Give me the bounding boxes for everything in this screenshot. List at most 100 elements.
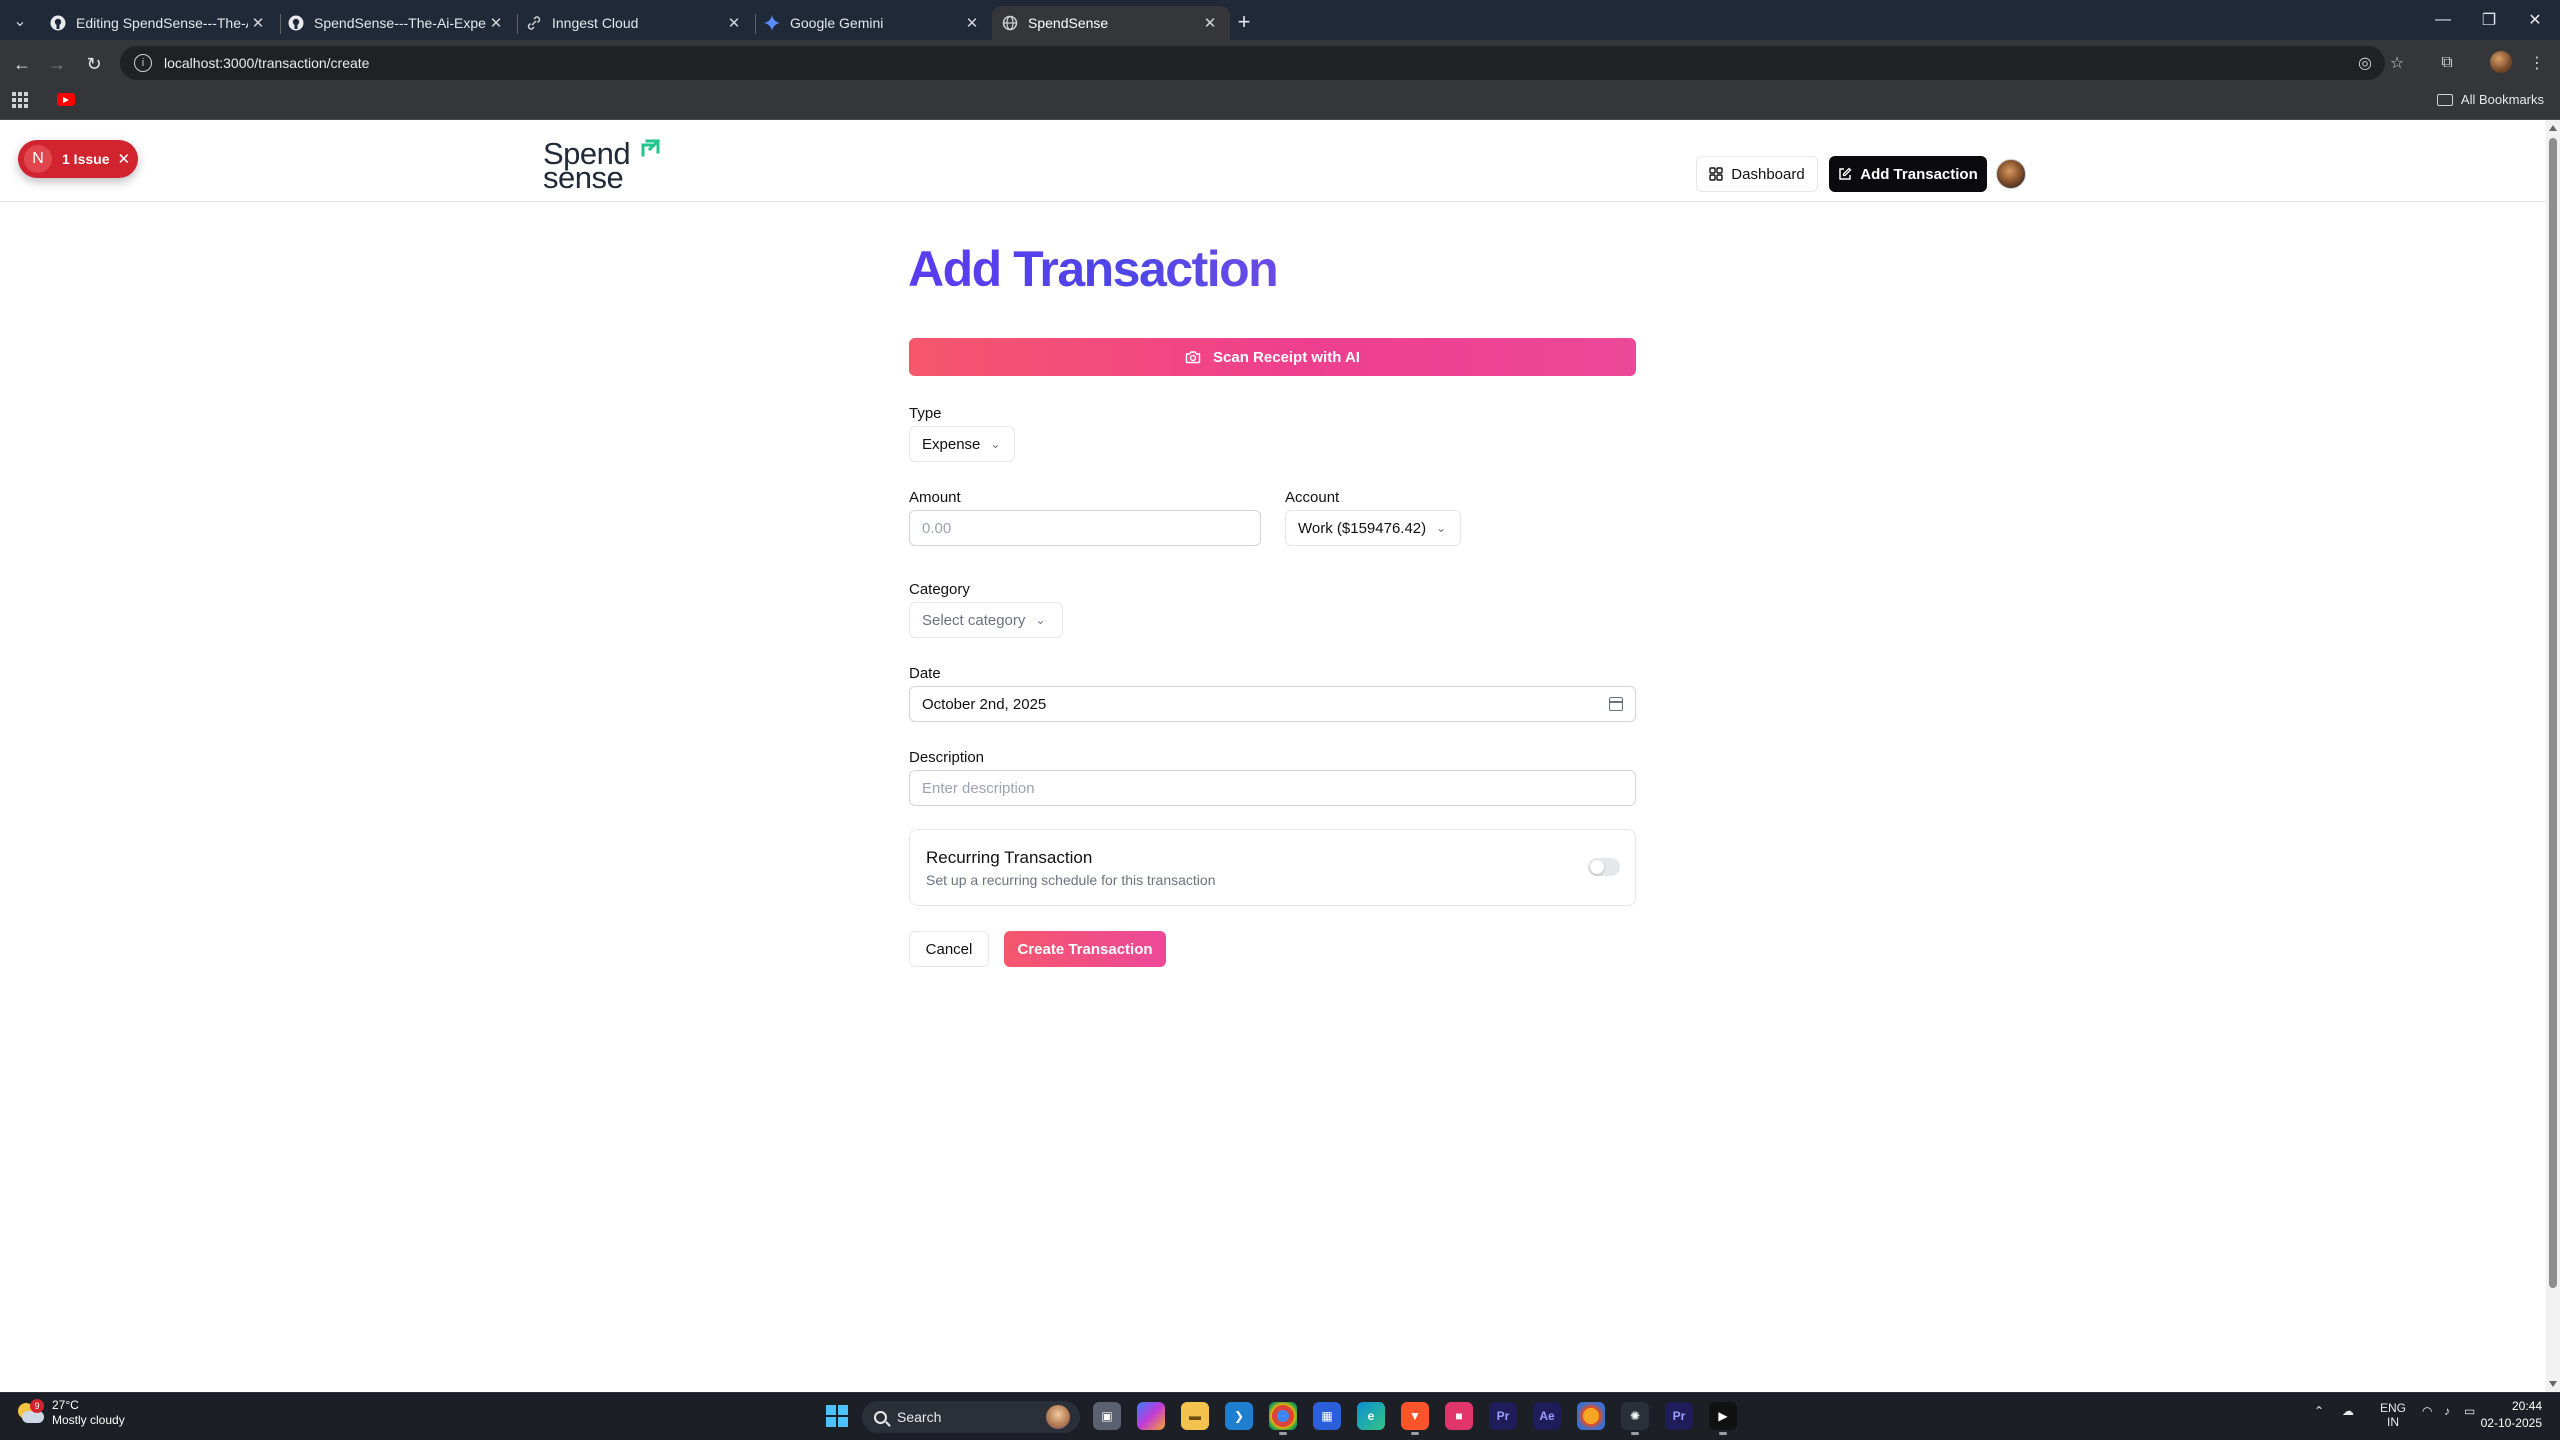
taskbar-search[interactable]: Search [862, 1401, 1080, 1433]
link-icon [526, 15, 542, 31]
tab-editing-spendsense[interactable]: Editing SpendSense---The-Ai-E ✕ [40, 6, 278, 40]
close-icon[interactable]: ✕ [117, 150, 130, 168]
layout-dashboard-icon [1709, 167, 1723, 181]
edge-icon[interactable]: e [1357, 1402, 1385, 1430]
date-picker-button[interactable]: October 2nd, 2025 [909, 686, 1636, 722]
account-label: Account [1285, 489, 1340, 506]
search-icon [874, 1410, 887, 1424]
onedrive-icon[interactable]: ☁ [2342, 1404, 2354, 1418]
site-header: Spend sense Dashboard Add Transaction [0, 120, 2546, 202]
dashboard-button[interactable]: Dashboard [1696, 156, 1818, 192]
recurring-title: Recurring Transaction [926, 848, 1093, 867]
new-tab-button[interactable]: + [1230, 8, 1258, 36]
cancel-button[interactable]: Cancel [909, 931, 989, 967]
tab-search-icon[interactable]: ⌄ [6, 8, 34, 34]
recurring-toggle[interactable] [1588, 858, 1620, 876]
close-icon[interactable]: ✕ [1200, 14, 1220, 32]
description-label: Description [909, 749, 985, 766]
weather-widget[interactable]: 9 27°C Mostly cloudy [16, 1398, 125, 1428]
taskbar-clock[interactable]: 20:44 02-10-2025 [2476, 1398, 2542, 1432]
tab-spendsense-repo[interactable]: SpendSense---The-Ai-Expense ✕ [278, 6, 516, 40]
blender-icon[interactable] [1577, 1402, 1605, 1430]
tracking-eye-off-icon[interactable]: ◎ [2354, 52, 2376, 74]
chevron-up-icon[interactable]: ⌃ [2314, 1404, 2324, 1418]
folder-icon [2436, 93, 2453, 106]
type-label: Type [909, 405, 942, 422]
youtube-icon[interactable] [57, 93, 75, 106]
browser-profile-avatar[interactable] [2490, 51, 2512, 73]
forward-icon[interactable]: → [43, 50, 71, 78]
scroll-up-arrow-icon[interactable] [2549, 125, 2557, 131]
search-highlight-image [1046, 1405, 1070, 1429]
menu-kebab-icon[interactable]: ⋮ [2526, 52, 2548, 74]
volume-icon[interactable]: ♪ [2444, 1404, 2450, 1418]
battery-icon[interactable]: ▭ [2464, 1404, 2475, 1418]
tab-inngest-cloud[interactable]: Inngest Cloud ✕ [516, 6, 754, 40]
chevron-down-icon: ⌄ [1035, 613, 1046, 627]
tab-spendsense-active[interactable]: SpendSense ✕ [992, 6, 1230, 40]
window-close-icon[interactable]: ✕ [2512, 0, 2558, 40]
copilot-icon[interactable] [1137, 1402, 1165, 1430]
apps-grid-icon[interactable] [12, 92, 28, 108]
page-scrollbar[interactable] [2546, 120, 2560, 1392]
tab-google-gemini[interactable]: Google Gemini ✕ [754, 6, 992, 40]
close-icon[interactable]: ✕ [962, 14, 982, 32]
category-select[interactable]: Select category ⌄ [909, 602, 1063, 638]
close-icon[interactable]: ✕ [724, 14, 744, 32]
date-label: Date [909, 665, 941, 682]
chevron-down-icon: ⌄ [990, 437, 1001, 451]
url-text: localhost:3000/transaction/create [164, 55, 370, 71]
extensions-icon[interactable]: ⧉ [2436, 52, 2458, 74]
recurring-subtitle: Set up a recurring schedule for this tra… [926, 872, 1216, 888]
wifi-icon[interactable]: ◠ [2422, 1404, 2432, 1418]
github-icon [288, 15, 304, 31]
windows-start-icon[interactable] [826, 1405, 848, 1427]
category-label: Category [909, 581, 970, 598]
user-avatar[interactable] [1996, 159, 2026, 189]
page-title: Add Transaction [908, 241, 1279, 297]
all-bookmarks-button[interactable]: All Bookmarks [2436, 92, 2544, 107]
reload-icon[interactable]: ↻ [80, 50, 108, 78]
jetbrains-icon[interactable]: ■ [1445, 1402, 1473, 1430]
amount-label: Amount [909, 489, 961, 506]
terminal-icon[interactable]: ▶ [1709, 1402, 1737, 1435]
create-transaction-button[interactable]: Create Transaction [1004, 931, 1166, 967]
chrome-icon[interactable] [1269, 1402, 1297, 1435]
premiere-rush-icon[interactable]: Pr [1665, 1402, 1693, 1430]
minimize-icon[interactable]: — [2420, 0, 2466, 40]
restore-icon[interactable]: ❐ [2466, 0, 2512, 40]
description-input[interactable] [909, 770, 1636, 806]
scan-receipt-button[interactable]: Scan Receipt with AI [909, 338, 1636, 376]
scroll-down-arrow-icon[interactable] [2549, 1381, 2557, 1387]
nextjs-logo-icon: N [24, 145, 52, 173]
add-transaction-nav-button[interactable]: Add Transaction [1829, 156, 1987, 192]
spendsense-logo[interactable]: Spend sense [543, 136, 663, 193]
scrollbar-thumb[interactable] [2549, 138, 2557, 1288]
file-explorer-icon[interactable]: ▬ [1181, 1402, 1209, 1430]
brave-icon[interactable]: ▼ [1401, 1402, 1429, 1435]
amount-input[interactable] [909, 510, 1261, 546]
microsoft-store-icon[interactable]: ▦ [1313, 1402, 1341, 1430]
bookmarks-bar [0, 84, 2560, 120]
task-view-icon[interactable]: ▣ [1093, 1402, 1121, 1430]
address-bar[interactable]: i localhost:3000/transaction/create [120, 46, 2385, 80]
nextjs-issues-badge[interactable]: N 1 Issue ✕ [18, 140, 138, 178]
language-indicator[interactable]: ENG IN [2380, 1401, 2406, 1429]
chatgpt-icon[interactable]: ✺ [1621, 1402, 1649, 1435]
camera-icon [1185, 351, 1201, 364]
premiere-pro-icon[interactable]: Pr [1489, 1402, 1517, 1430]
after-effects-icon[interactable]: Ae [1533, 1402, 1561, 1430]
bookmark-star-icon[interactable]: ☆ [2386, 52, 2408, 74]
globe-icon [1002, 15, 1018, 31]
vscode-icon[interactable]: ❯ [1225, 1402, 1253, 1430]
site-info-icon[interactable]: i [134, 54, 152, 72]
page-viewport: Spend sense Dashboard Add Transaction N … [0, 120, 2546, 1392]
account-select[interactable]: Work ($159476.42) ⌄ [1285, 510, 1461, 546]
type-select[interactable]: Expense ⌄ [909, 426, 1015, 462]
back-icon[interactable]: ← [8, 50, 36, 78]
close-icon[interactable]: ✕ [486, 14, 506, 32]
gemini-icon [764, 15, 780, 31]
close-icon[interactable]: ✕ [248, 14, 268, 32]
chevron-down-icon: ⌄ [1436, 521, 1447, 535]
calendar-icon [1609, 697, 1623, 711]
